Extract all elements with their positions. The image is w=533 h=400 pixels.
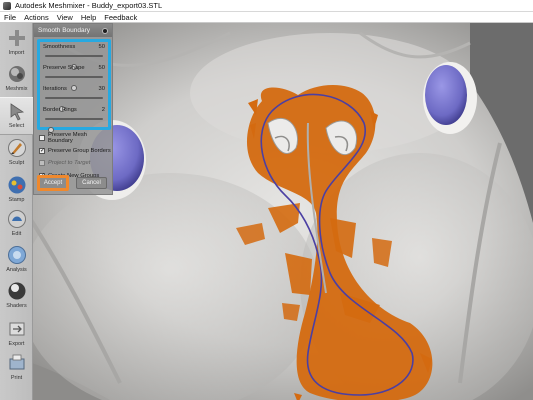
panel-title: Smooth Boundary xyxy=(38,27,91,34)
checkbox-box[interactable] xyxy=(39,160,45,167)
checkbox-label: Preserve Mesh Boundary xyxy=(47,132,87,145)
right-eye xyxy=(425,65,467,125)
print-icon xyxy=(9,354,24,370)
cancel-button-label: Cancel xyxy=(82,180,101,186)
help-icon[interactable] xyxy=(102,27,108,34)
menu-bar: File Actions View Help Feedback xyxy=(0,12,533,23)
menu-actions[interactable]: Actions xyxy=(24,13,49,22)
select-arrow-icon xyxy=(10,103,24,121)
cancel-button[interactable]: Cancel xyxy=(76,177,107,189)
slider-value: 50 xyxy=(98,44,105,50)
project-to-target-checkbox[interactable]: Project to Target xyxy=(39,157,113,170)
tool-select-label: Select xyxy=(8,123,25,129)
accept-button-label: Accept xyxy=(43,180,63,186)
export-icon xyxy=(9,322,24,336)
checkbox-box[interactable]: ✓ xyxy=(39,147,45,154)
slider-value: 50 xyxy=(98,65,105,71)
left-toolbar: Import Meshmix Select Sculpt Stamp Edit xyxy=(0,23,33,400)
tool-print-label: Print xyxy=(10,375,23,381)
edit-icon xyxy=(7,210,26,228)
tool-analysis-label: Analysis xyxy=(6,267,27,273)
tool-edit-label: Edit xyxy=(11,231,22,237)
slider-track[interactable] xyxy=(45,55,103,70)
tool-import[interactable]: Import xyxy=(0,25,33,63)
slider-track[interactable] xyxy=(45,97,103,112)
checkbox-label: Project to Target xyxy=(48,160,91,167)
preserve-group-borders-checkbox[interactable]: ✓ Preserve Group Borders xyxy=(39,145,113,158)
menu-view[interactable]: View xyxy=(57,13,73,22)
slider-track[interactable] xyxy=(45,118,103,133)
iterations-slider[interactable]: Iterations 30 xyxy=(43,85,105,112)
window-title: Autodesk Meshmixer - Buddy_export03.STL xyxy=(15,1,163,10)
checkbox-label: Preserve Group Borders xyxy=(48,147,111,154)
plus-icon xyxy=(8,30,25,46)
sculpt-brush-icon xyxy=(7,139,26,157)
panel-header: Smooth Boundary xyxy=(34,24,112,37)
accept-button[interactable]: Accept xyxy=(37,175,69,191)
analysis-icon xyxy=(7,246,26,264)
preserve-shape-slider[interactable]: Preserve Shape 50 xyxy=(43,64,105,91)
tool-analysis[interactable]: Analysis xyxy=(0,242,33,280)
stamp-icon xyxy=(8,176,25,194)
slider-value: 30 xyxy=(98,86,105,92)
tool-sculpt[interactable]: Sculpt xyxy=(0,135,33,173)
tool-meshmix-label: Meshmix xyxy=(5,86,28,92)
sliders-highlight-box: Smoothness 50 Preserve Shape 50 Iteratio… xyxy=(37,39,111,133)
meshmixer-app-icon xyxy=(3,1,11,10)
title-bar: Autodesk Meshmixer - Buddy_export03.STL xyxy=(0,0,533,12)
tool-shaders[interactable]: Shaders xyxy=(0,278,33,316)
tool-export[interactable]: Export xyxy=(0,316,33,354)
slider-label: Preserve Shape xyxy=(43,65,85,71)
smoothness-slider[interactable]: Smoothness 50 xyxy=(43,43,105,70)
checkbox-box[interactable] xyxy=(39,135,45,142)
tool-sculpt-label: Sculpt xyxy=(8,160,25,166)
meshmix-icon xyxy=(8,66,25,82)
slider-label: Smoothness xyxy=(43,44,76,50)
menu-feedback[interactable]: Feedback xyxy=(104,13,137,22)
tool-print[interactable]: Print xyxy=(0,350,33,388)
border-rings-slider[interactable]: Border Rings 2 xyxy=(43,106,105,133)
menu-file[interactable]: File xyxy=(4,13,16,22)
shaders-icon xyxy=(8,282,25,300)
tool-select[interactable]: Select xyxy=(0,97,33,135)
slider-label: Border Rings xyxy=(43,107,77,113)
tool-edit[interactable]: Edit xyxy=(0,206,33,244)
tool-stamp-label: Stamp xyxy=(8,197,25,203)
smooth-boundary-panel: Smooth Boundary Smoothness 50 Preserve S… xyxy=(33,23,113,195)
menu-help[interactable]: Help xyxy=(81,13,96,22)
tool-meshmix[interactable]: Meshmix xyxy=(0,61,33,99)
panel-buttons: Accept Cancel xyxy=(37,175,111,192)
slider-track[interactable] xyxy=(45,76,103,91)
tool-import-label: Import xyxy=(8,50,25,56)
tool-stamp[interactable]: Stamp xyxy=(0,172,33,210)
preserve-mesh-boundary-checkbox[interactable]: Preserve Mesh Boundary xyxy=(39,132,113,145)
slider-value: 2 xyxy=(101,107,105,113)
slider-label: Iterations xyxy=(43,86,67,92)
tool-shaders-label: Shaders xyxy=(6,303,27,309)
tool-export-label: Export xyxy=(8,341,25,347)
